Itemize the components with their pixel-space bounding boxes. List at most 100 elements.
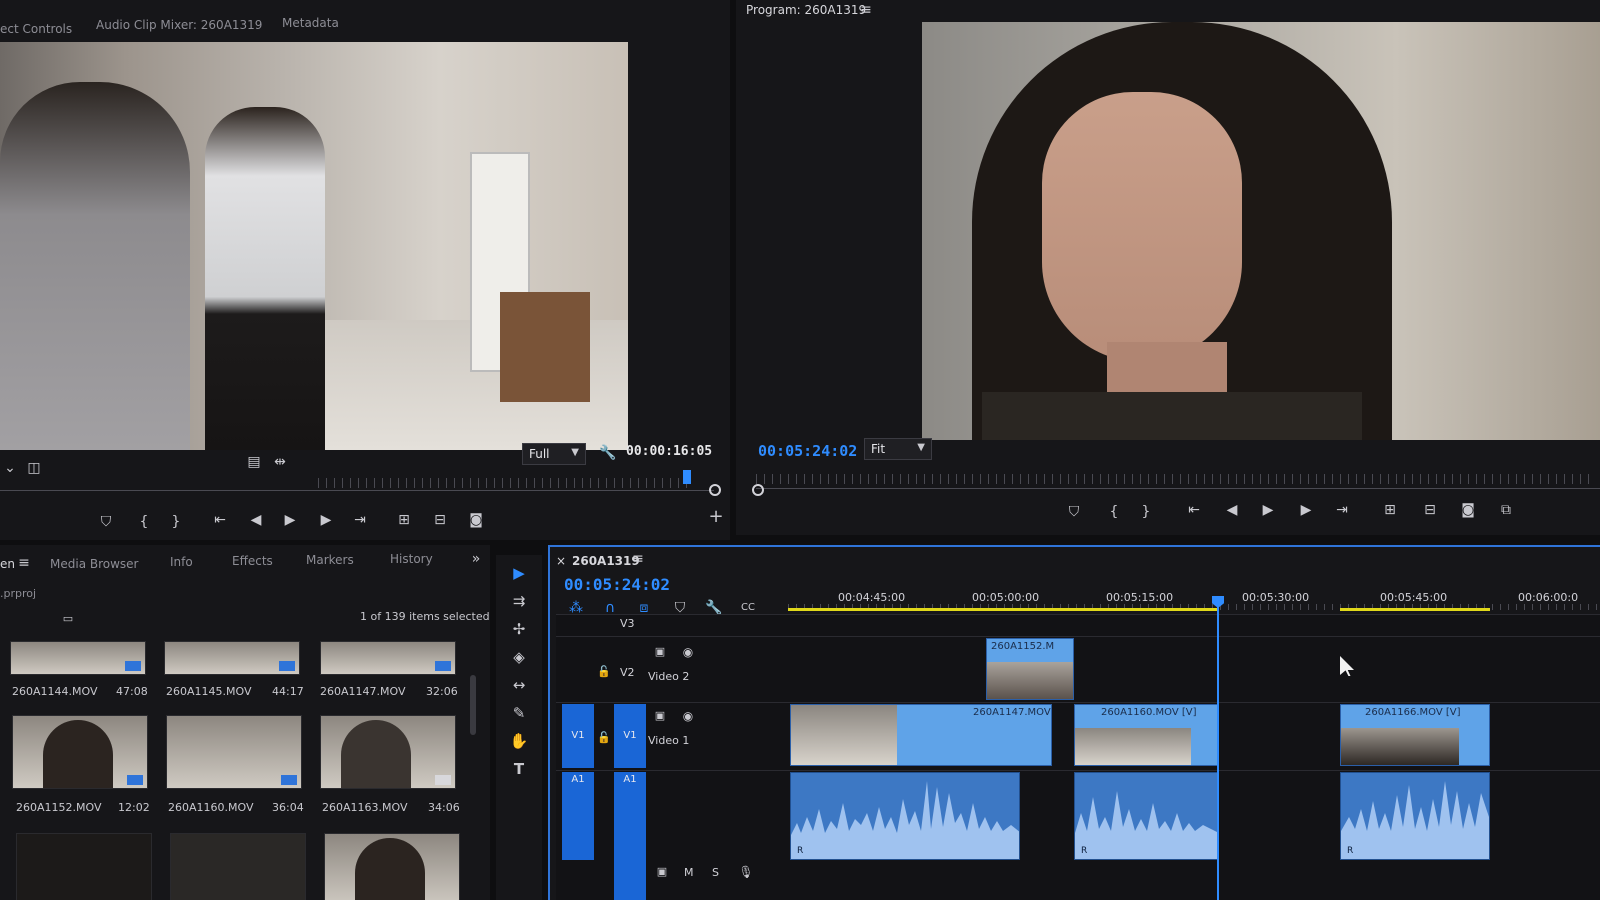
track-v2[interactable] (556, 636, 1600, 702)
program-zoom-select[interactable]: Fit ▼ (864, 438, 932, 460)
selection-tool-icon[interactable]: ▶ (508, 562, 530, 584)
clip-thumbnail[interactable] (320, 715, 456, 789)
close-sequence-button[interactable]: × (556, 554, 566, 568)
camera-icon[interactable]: ◙ (466, 510, 486, 530)
step-back-icon[interactable]: ◀ (246, 510, 266, 530)
clip-thumbnail[interactable] (164, 641, 300, 675)
play-icon[interactable]: ▶ (280, 510, 300, 530)
lock-icon[interactable]: 🔓 (594, 662, 614, 682)
step-forward-icon[interactable]: ▶ (316, 510, 336, 530)
source-time-ruler[interactable] (318, 478, 688, 488)
solo-button[interactable]: S (712, 866, 719, 879)
type-tool-icon[interactable]: T (508, 758, 530, 780)
source-playhead[interactable] (683, 470, 691, 484)
add-marker-icon[interactable]: ⛉ (1064, 502, 1084, 522)
ripple-edit-tool-icon[interactable]: ✢ (508, 618, 530, 640)
timeline-clip-v1[interactable]: 260A1160.MOV [V] (1074, 704, 1218, 766)
tab-history[interactable]: History (390, 552, 433, 566)
microphone-icon[interactable]: 🎙 (736, 862, 756, 882)
timeline-clip-v1[interactable]: 260A1147.MOV (790, 704, 1052, 766)
timeline-audio-clip[interactable]: R (1074, 772, 1218, 860)
tab-info[interactable]: Info (170, 555, 193, 569)
mark-in-icon[interactable]: { (134, 512, 154, 532)
mark-out-icon[interactable]: } (166, 512, 186, 532)
tab-audio-clip-mixer[interactable]: Audio Clip Mixer: 260A1319 (96, 18, 262, 32)
hand-tool-icon[interactable]: ✋ (508, 730, 530, 752)
clip-thumbnail[interactable] (170, 833, 306, 900)
track-select-tool-icon[interactable]: ⇉ (508, 590, 530, 612)
chevron-down-icon[interactable]: ⌄ (0, 458, 20, 478)
go-to-in-icon[interactable]: ⇤ (210, 510, 230, 530)
slip-tool-icon[interactable]: ↔ (508, 674, 530, 696)
program-monitor-title[interactable]: Program: 260A1319 (746, 3, 866, 17)
tab-project[interactable]: en (0, 557, 15, 571)
eye-icon[interactable]: ◉ (678, 642, 698, 662)
lift-icon[interactable]: ⊞ (1380, 500, 1400, 520)
source-timecode[interactable]: 00:00:16:05 (626, 444, 712, 459)
step-forward-icon[interactable]: ▶ (1296, 500, 1316, 520)
source-patch-a1[interactable]: A1 (562, 772, 594, 860)
track-target-v1[interactable]: V1 (614, 704, 646, 768)
program-time-ruler[interactable] (756, 474, 1596, 484)
program-scroll-handle[interactable] (752, 484, 764, 496)
track-v3[interactable] (556, 614, 1600, 636)
film-icon[interactable]: ▣ (650, 642, 670, 662)
add-button-icon[interactable]: + (706, 507, 726, 527)
project-scrollbar[interactable] (470, 675, 476, 735)
tab-effect-controls[interactable]: ect Controls (0, 22, 72, 36)
lock-icon[interactable]: 🔓 (594, 728, 614, 748)
program-timecode[interactable]: 00:05:24:02 (758, 442, 857, 460)
add-marker-icon[interactable]: ⛉ (96, 512, 116, 532)
pen-tool-icon[interactable]: ✎ (508, 702, 530, 724)
mark-in-icon[interactable]: { (1104, 502, 1124, 522)
clip-thumbnail[interactable] (10, 641, 146, 675)
drag-video-icon[interactable]: ▤ (244, 452, 264, 472)
source-zoom-select[interactable]: Full ▼ (522, 443, 586, 465)
hamburger-icon[interactable]: ≡ (856, 0, 876, 20)
insert-icon[interactable]: ⊞ (394, 510, 414, 530)
film-icon[interactable]: ▣ (652, 862, 672, 882)
go-to-in-icon[interactable]: ⇤ (1184, 500, 1204, 520)
play-icon[interactable]: ▶ (1258, 500, 1278, 520)
step-back-icon[interactable]: ◀ (1222, 500, 1242, 520)
overwrite-icon[interactable]: ⊟ (430, 510, 450, 530)
drag-audio-icon[interactable]: ⇹ (270, 452, 290, 472)
hamburger-icon[interactable]: ≡ (14, 553, 34, 573)
tab-metadata[interactable]: Metadata (282, 16, 339, 30)
tab-markers[interactable]: Markers (306, 553, 354, 567)
comparison-view-icon[interactable]: ⧉ (1496, 500, 1516, 520)
tab-media-browser[interactable]: Media Browser (50, 557, 138, 571)
clip-thumbnail[interactable] (324, 833, 460, 900)
hamburger-icon[interactable]: ≡ (628, 549, 648, 569)
mark-out-icon[interactable]: } (1136, 502, 1156, 522)
razor-tool-icon[interactable]: ◈ (508, 646, 530, 668)
clip-thumbnail[interactable] (166, 715, 302, 789)
overflow-chevron-icon[interactable]: » (466, 549, 486, 569)
clip-thumbnail[interactable] (320, 641, 456, 675)
eye-icon[interactable]: ◉ (678, 706, 698, 726)
program-scrub-bar[interactable] (756, 488, 1600, 489)
timeline-clip-v1[interactable]: 260A1166.MOV [V] (1340, 704, 1490, 766)
camera-icon[interactable]: ◙ (1458, 500, 1478, 520)
timeline-timecode[interactable]: 00:05:24:02 (564, 575, 670, 594)
timeline-clip-v2[interactable]: 260A1152.M (986, 638, 1074, 700)
work-area-bar[interactable] (1340, 608, 1490, 611)
film-icon[interactable]: ▣ (650, 706, 670, 726)
source-scroll-handle[interactable] (709, 484, 721, 496)
work-area-bar[interactable] (788, 608, 1218, 611)
mute-button[interactable]: M (684, 866, 694, 879)
timeline-audio-clip[interactable]: R (790, 772, 1020, 860)
track-target-a1[interactable]: A1 (614, 772, 646, 900)
source-scrub-bar[interactable] (0, 490, 714, 491)
folder-icon[interactable]: ▭ (58, 609, 78, 629)
wrench-icon[interactable]: 🔧 (598, 443, 618, 463)
go-to-out-icon[interactable]: ⇥ (350, 510, 370, 530)
clip-thumbnail[interactable] (16, 833, 152, 900)
extract-icon[interactable]: ⊟ (1420, 500, 1440, 520)
go-to-out-icon[interactable]: ⇥ (1332, 500, 1352, 520)
timeline-audio-clip[interactable]: R (1340, 772, 1490, 860)
settings-panel-icon[interactable]: ◫ (24, 458, 44, 478)
source-patch-v1[interactable]: V1 (562, 704, 594, 768)
clip-thumbnail[interactable] (12, 715, 148, 789)
tab-effects[interactable]: Effects (232, 554, 273, 568)
